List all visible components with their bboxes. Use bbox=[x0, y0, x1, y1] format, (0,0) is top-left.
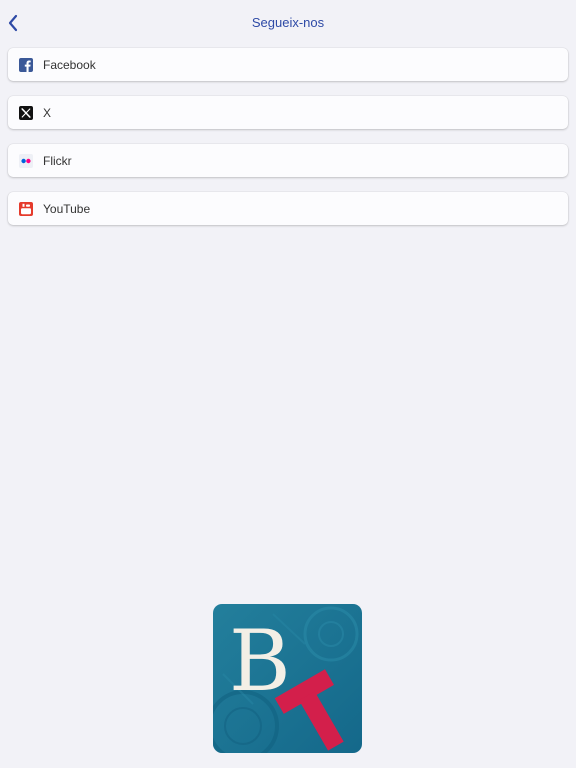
social-link-label: Facebook bbox=[43, 57, 96, 72]
social-link-label: YouTube bbox=[43, 201, 91, 216]
youtube-icon bbox=[19, 201, 33, 216]
social-link-flickr[interactable]: Flickr bbox=[8, 144, 568, 177]
flickr-icon bbox=[19, 153, 33, 168]
page-title: Segueix-nos bbox=[251, 15, 325, 30]
social-link-x[interactable]: X bbox=[8, 96, 568, 129]
facebook-icon bbox=[19, 57, 33, 72]
social-link-facebook[interactable]: Facebook bbox=[8, 48, 568, 81]
social-link-label: X bbox=[43, 105, 52, 120]
social-link-youtube[interactable]: YouTube bbox=[8, 192, 568, 225]
navigation-bar: Segueix-nos bbox=[0, 0, 576, 44]
social-link-label: Flickr bbox=[43, 153, 72, 168]
x-icon bbox=[19, 105, 33, 120]
social-links-list: Facebook X Flickr YouTube bbox=[8, 48, 568, 240]
app-logo: B bbox=[213, 604, 362, 753]
